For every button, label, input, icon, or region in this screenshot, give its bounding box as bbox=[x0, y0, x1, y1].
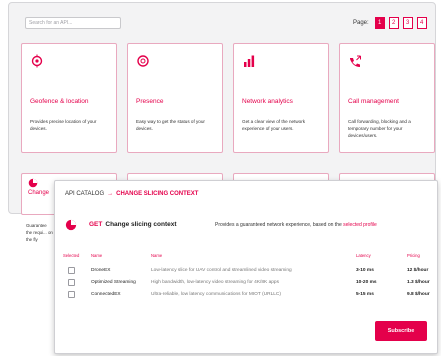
column-header-description: Name bbox=[151, 253, 163, 258]
api-method: GET bbox=[89, 221, 103, 228]
row-name: DroneEX bbox=[91, 268, 111, 273]
select-checkbox[interactable] bbox=[68, 291, 75, 298]
selected-profile-link[interactable]: selected profile bbox=[343, 222, 377, 228]
card-title: Network analytics bbox=[242, 98, 293, 105]
column-header-latency: Latency bbox=[356, 253, 371, 258]
breadcrumb-current: CHANGE SLICING CONTEXT bbox=[116, 191, 199, 197]
api-title: GET Change slicing context bbox=[89, 221, 177, 228]
api-name: Change slicing context bbox=[105, 221, 177, 228]
card-title: Call management bbox=[348, 98, 399, 105]
page-button-4[interactable]: 4 bbox=[416, 17, 427, 29]
select-checkbox[interactable] bbox=[68, 279, 75, 286]
page-button-1[interactable]: 1 bbox=[374, 17, 385, 29]
api-card-network-analytics[interactable]: Network analytics Get a clear view of th… bbox=[233, 43, 329, 153]
slicing-icon bbox=[65, 219, 77, 231]
presence-icon bbox=[137, 55, 149, 67]
api-description: Provides a guaranteed network experience… bbox=[215, 222, 377, 228]
api-detail-panel: API CATALOG → CHANGE SLICING CONTEXT GET Ch… bbox=[54, 180, 438, 354]
location-pin-icon bbox=[31, 54, 43, 68]
row-price: 12 $/hour bbox=[407, 268, 429, 273]
page-button-3[interactable]: 3 bbox=[402, 17, 413, 29]
bar-chart-icon bbox=[244, 55, 255, 67]
row-name: ConnectedEX bbox=[91, 292, 121, 297]
api-card-geofence[interactable]: Geofence & location Provides precise loc… bbox=[21, 43, 117, 153]
table-row: DroneEX Low-latency slice for UAV contro… bbox=[55, 265, 439, 277]
row-description: High bandwidth, low-latency video stream… bbox=[151, 280, 279, 285]
row-description: Ultra-reliable, low latency communicatio… bbox=[151, 292, 281, 297]
card-description: Get a clear view of the network experien… bbox=[242, 119, 306, 131]
card-description: Provides precise location of your device… bbox=[30, 119, 97, 131]
card-title: Change bbox=[28, 190, 50, 196]
row-latency: 5-15 ms bbox=[356, 292, 374, 297]
call-management-icon bbox=[350, 55, 361, 67]
pager-label: Page: bbox=[353, 20, 369, 26]
table-row: Optimized Streaming High bandwidth, low-… bbox=[55, 277, 439, 289]
api-card-call-management[interactable]: Call management Call forwarding, blockin… bbox=[339, 43, 435, 153]
breadcrumb-root[interactable]: API CATALOG bbox=[65, 191, 104, 197]
select-checkbox[interactable] bbox=[68, 267, 75, 274]
column-header-pricing: Pricing bbox=[407, 253, 420, 258]
row-latency: 10-20 ms bbox=[356, 280, 377, 285]
api-card-presence[interactable]: Presence Easy way to get the status of y… bbox=[127, 43, 223, 153]
card-description: Guarantee the requi... on the fly bbox=[26, 223, 53, 242]
card-description: Call forwarding, blocking and a temporar… bbox=[348, 119, 411, 138]
search-input[interactable]: Search for an API... bbox=[25, 17, 121, 29]
breadcrumb-separator: → bbox=[107, 191, 114, 197]
row-description: Low-latency slice for UAV control and st… bbox=[151, 268, 292, 273]
subscribe-button[interactable]: Subscribe bbox=[375, 321, 427, 341]
breadcrumb: API CATALOG → CHANGE SLICING CONTEXT bbox=[65, 191, 198, 197]
slicing-icon bbox=[28, 178, 38, 188]
row-latency: 3-10 ms bbox=[356, 268, 374, 273]
page-button-2[interactable]: 2 bbox=[388, 17, 399, 29]
column-header-selected: Selected bbox=[63, 253, 80, 258]
column-header-name: Name bbox=[91, 253, 103, 258]
api-description-text: Provides a guaranteed network experience… bbox=[215, 222, 344, 228]
card-description: Easy way to get the status of your devic… bbox=[136, 119, 205, 131]
row-price: 9.8 $/hour bbox=[407, 292, 430, 297]
row-price: 1.3 $/hour bbox=[407, 280, 430, 285]
table-row: ConnectedEX Ultra-reliable, low latency … bbox=[55, 289, 439, 301]
card-title: Geofence & location bbox=[30, 98, 89, 105]
row-name: Optimized Streaming bbox=[91, 280, 136, 285]
card-title: Presence bbox=[136, 98, 164, 105]
pagination: Page: 1 2 3 4 bbox=[353, 15, 427, 31]
